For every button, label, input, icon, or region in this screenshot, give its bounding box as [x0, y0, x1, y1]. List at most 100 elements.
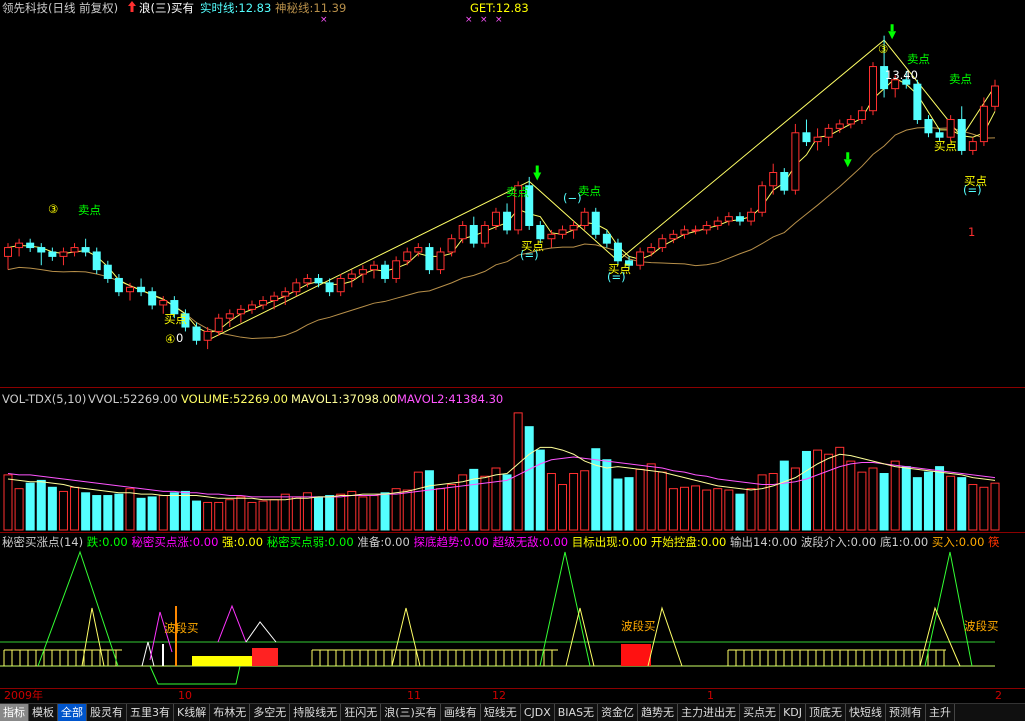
wave-buy-label: 波段买 — [164, 621, 199, 635]
candle-body — [137, 286, 146, 293]
volume-bar — [768, 473, 778, 531]
volume-bar — [125, 488, 135, 531]
candle-body — [103, 264, 112, 279]
indicator-tab[interactable]: 顶底无 — [806, 704, 846, 721]
volume-bar — [912, 477, 922, 531]
volume-bar — [546, 473, 556, 531]
indicator-tab[interactable]: 股灵有 — [87, 704, 127, 721]
volume-bar — [192, 500, 202, 531]
volume-bar — [447, 484, 457, 531]
candle-body — [824, 127, 833, 138]
signal-marker: × — [495, 15, 503, 25]
candle-body — [303, 277, 312, 284]
vvol-value: VVOL:52269.00 — [88, 392, 178, 406]
indicator-tab[interactable]: 多空无 — [250, 704, 291, 721]
circle-3-marker: ③ — [878, 42, 889, 56]
indicator-tab[interactable]: K线解 — [174, 704, 211, 721]
volume-bar — [935, 466, 945, 531]
volume-bar — [702, 489, 712, 531]
indicator-tab[interactable]: 模板 — [29, 704, 58, 721]
wave-buy-label: 波段买 — [621, 619, 656, 633]
indicator-tab[interactable]: CJDX — [521, 704, 555, 721]
volume-bar — [979, 486, 989, 531]
signal-marker: × — [465, 15, 473, 25]
indicator-tab[interactable]: 浪(三)买有 — [381, 704, 441, 721]
yellow-peak-line — [647, 606, 683, 667]
volume-bar — [3, 474, 13, 531]
volume-bar — [923, 471, 933, 531]
indicator-tab[interactable]: 画线有 — [441, 704, 481, 721]
candle-body — [15, 242, 24, 249]
indicator-tab[interactable]: 五里3有 — [127, 704, 174, 721]
volume-bar — [369, 495, 379, 531]
green-peak-line — [924, 551, 973, 667]
volume-bar — [857, 471, 867, 531]
indicator-value: 秘密买点弱:0.00 — [266, 535, 358, 549]
candle-body — [114, 277, 123, 293]
circle-eq-marker: (=) — [607, 270, 626, 284]
candle-body — [26, 242, 35, 249]
volume-bar — [657, 471, 667, 531]
candle-body — [81, 247, 90, 253]
buy-point-label: 买点 — [934, 139, 957, 153]
volume-chart[interactable] — [0, 392, 1025, 532]
indicator-tab[interactable]: 布林无 — [210, 704, 251, 721]
indicator-tab[interactable]: KDJ — [780, 704, 806, 721]
volume-bar — [569, 473, 579, 531]
volume-bar — [990, 482, 1000, 531]
indicator-tab[interactable]: 买点无 — [740, 704, 781, 721]
volume-bar — [258, 500, 268, 531]
volume-bar — [136, 497, 146, 531]
volume-bar — [691, 485, 701, 531]
indicator-tab[interactable]: 持股线无 — [290, 704, 342, 721]
indicator-tab[interactable]: 指标 — [0, 704, 29, 721]
sell-point-label: 卖点 — [506, 185, 529, 199]
indicator-tab[interactable]: 资金亿 — [598, 704, 639, 721]
volume-bar — [58, 490, 68, 531]
volume-bar — [225, 499, 235, 531]
red-number-label: 1 — [968, 225, 976, 239]
indicator-value: 强:0.00 — [222, 535, 267, 549]
candle-body — [314, 277, 323, 284]
volume-bar — [147, 496, 157, 531]
indicator-tab[interactable]: 狂闪无 — [341, 704, 382, 721]
signal-spike — [141, 641, 155, 667]
volume-bar — [957, 477, 967, 531]
indicator-tab[interactable]: 全部 — [58, 704, 87, 721]
candle-body — [658, 238, 667, 249]
indicator-value: 秘密买涨点(14) — [2, 535, 87, 549]
volume-bar — [491, 467, 501, 531]
indicator-value: 探底趋势:0.00 — [413, 535, 493, 549]
volume-bar — [424, 470, 434, 531]
indicator-tab[interactable]: 主力进出无 — [678, 704, 741, 721]
volume-bar — [513, 412, 523, 531]
candle-body — [425, 247, 434, 271]
indicator-value: 开始控盘:0.00 — [650, 535, 731, 549]
indicator-tab[interactable]: BIAS无 — [555, 704, 599, 721]
indicator-chart[interactable] — [0, 532, 1025, 688]
volume-bar — [36, 479, 46, 531]
red-up-arrow-icon — [127, 0, 137, 17]
indicator-tab[interactable]: 短线无 — [481, 704, 521, 721]
indicator-tab[interactable]: 预测有 — [886, 704, 926, 721]
volume-bar — [436, 488, 446, 531]
candle-body — [702, 224, 711, 231]
candle-body — [602, 233, 611, 244]
volume-bar — [890, 460, 900, 531]
indicator-value: 底1:0.00 — [879, 535, 932, 549]
volume-bar — [458, 474, 468, 531]
indicator-tab[interactable]: 趋势无 — [638, 704, 679, 721]
volume-bar — [868, 467, 878, 531]
volume-bar — [269, 499, 279, 531]
candle-body — [691, 229, 700, 232]
candle-body — [214, 317, 223, 332]
indicator-tab[interactable]: 快短线 — [846, 704, 886, 721]
indicator-tab[interactable]: 主升 — [926, 704, 955, 721]
realtime-line-label: 实时线:12.83 — [200, 1, 272, 15]
volume-bar — [801, 450, 811, 531]
volume-bar — [635, 468, 645, 531]
indicator-value: 目标出现:0.00 — [571, 535, 651, 549]
candle-body — [4, 247, 12, 257]
candle-body — [647, 247, 656, 253]
white-peak-line — [245, 621, 277, 643]
